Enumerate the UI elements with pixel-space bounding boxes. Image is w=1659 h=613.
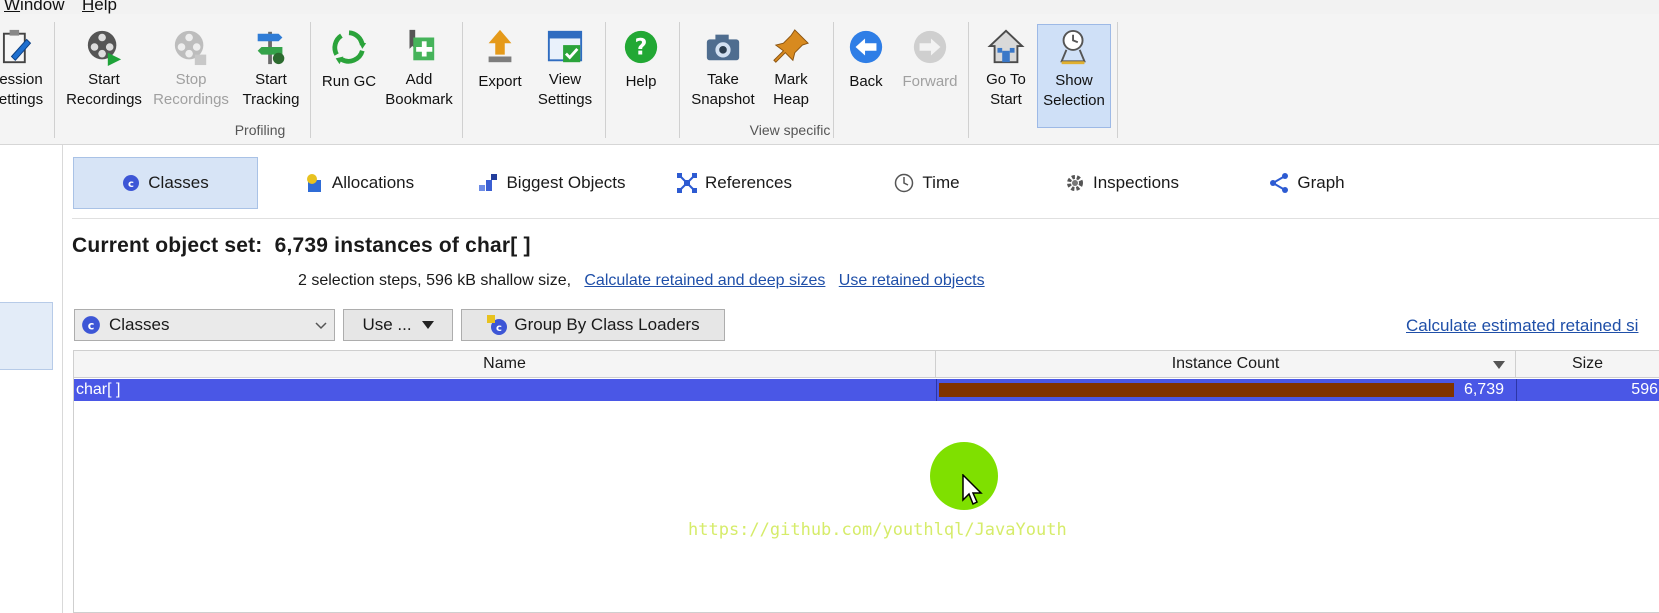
classes-table: Name Instance Count Size char[ ] 6,739 5… bbox=[73, 350, 1659, 613]
toolbar-separator bbox=[833, 22, 834, 138]
tab-inspections[interactable]: Inspections bbox=[1047, 157, 1197, 209]
menu-bar: Window Help bbox=[0, 0, 1659, 14]
gear-icon bbox=[1067, 175, 1083, 191]
toolbar-separator bbox=[462, 22, 463, 138]
cell-instance-count: 6,739 bbox=[936, 379, 1516, 401]
film-reel-play-icon bbox=[87, 30, 122, 66]
tab-classes[interactable]: c Classes bbox=[73, 157, 258, 209]
tab-allocations[interactable]: Allocations bbox=[294, 157, 424, 209]
table-row[interactable]: char[ ] 6,739 596 bbox=[74, 379, 1659, 401]
mouse-cursor-icon bbox=[962, 474, 983, 506]
bookmark-add-icon bbox=[409, 29, 435, 61]
session-settings-button[interactable]: ession ettings bbox=[0, 24, 46, 128]
calculate-estimated-retained-sizes-link[interactable]: Calculate estimated retained si bbox=[1406, 316, 1638, 336]
start-recordings-button[interactable]: Start Recordings bbox=[64, 24, 144, 128]
svg-text:?: ? bbox=[635, 36, 648, 61]
left-navigation-pane bbox=[0, 145, 63, 613]
toolbar: ession ettings Start Recordings Stop Rec… bbox=[0, 14, 1659, 145]
forward-arrow-icon bbox=[913, 30, 947, 64]
column-header-size[interactable]: Size bbox=[1516, 351, 1659, 378]
camera-icon bbox=[706, 34, 740, 61]
triangle-down-icon bbox=[421, 321, 434, 329]
class-icon: c bbox=[82, 316, 100, 334]
group-label-view-specific: View specific bbox=[749, 122, 831, 138]
current-object-set-title: Current object set: 6,739 instances of c… bbox=[72, 234, 531, 257]
show-selection-button[interactable]: Show Selection bbox=[1037, 24, 1111, 128]
group-by-class-loaders-button[interactable]: c Group By Class Loaders bbox=[461, 309, 725, 341]
forward-button[interactable]: Forward bbox=[897, 24, 963, 128]
sort-descending-icon bbox=[1493, 361, 1505, 369]
signpost-icon bbox=[257, 31, 285, 65]
stop-recordings-button[interactable]: Stop Recordings bbox=[151, 24, 231, 128]
help-icon: ? bbox=[624, 30, 658, 64]
clipboard-edit-icon bbox=[2, 29, 32, 64]
references-icon bbox=[677, 173, 698, 193]
home-icon bbox=[987, 29, 1025, 64]
graph-icon bbox=[1270, 173, 1289, 193]
chevron-down-icon bbox=[315, 322, 327, 330]
tab-biggest-objects[interactable]: Biggest Objects bbox=[467, 157, 637, 209]
calculate-retained-sizes-link[interactable]: Calculate retained and deep sizes bbox=[584, 272, 825, 289]
menu-help[interactable]: Help bbox=[82, 0, 117, 15]
toolbar-separator bbox=[1117, 22, 1118, 138]
tab-time[interactable]: Time bbox=[877, 157, 977, 209]
object-set-summary: 2 selection steps, 596 kB shallow size, … bbox=[298, 272, 985, 289]
view-settings-button[interactable]: View Settings bbox=[533, 24, 597, 128]
allocations-icon bbox=[306, 174, 321, 192]
toolbar-separator bbox=[679, 22, 680, 138]
film-reel-stop-icon bbox=[174, 30, 207, 66]
toolbar-separator bbox=[54, 22, 55, 138]
run-gc-button[interactable]: Run GC bbox=[318, 24, 380, 128]
group-label-profiling: Profiling bbox=[234, 122, 286, 138]
back-arrow-icon bbox=[849, 30, 883, 64]
export-arrow-icon bbox=[488, 29, 512, 63]
cell-class-name: char[ ] bbox=[76, 381, 121, 398]
back-button[interactable]: Back bbox=[840, 24, 892, 128]
toolbar-separator bbox=[968, 22, 969, 138]
pushpin-icon bbox=[773, 29, 809, 63]
cell-size: 596 bbox=[1516, 379, 1659, 401]
toolbar-separator bbox=[605, 22, 606, 138]
menu-window[interactable]: Window bbox=[4, 0, 64, 15]
class-icon: c bbox=[123, 175, 140, 191]
column-header-instance-count[interactable]: Instance Count bbox=[936, 351, 1516, 378]
tab-references[interactable]: References bbox=[672, 157, 797, 209]
use-retained-objects-link[interactable]: Use retained objects bbox=[839, 272, 985, 289]
class-loader-icon: c bbox=[487, 315, 508, 335]
mark-heap-button[interactable]: Mark Heap bbox=[760, 24, 822, 128]
view-tabs: c Classes Allocations Biggest Objects Re… bbox=[72, 157, 1659, 211]
window-check-icon bbox=[547, 30, 583, 63]
instance-count-bar bbox=[939, 383, 1454, 397]
column-header-name[interactable]: Name bbox=[74, 351, 936, 378]
tab-divider bbox=[72, 218, 1659, 219]
toolbar-separator bbox=[310, 22, 311, 138]
view-select-dropdown[interactable]: c Classes bbox=[74, 309, 335, 341]
start-tracking-button[interactable]: Start Tracking bbox=[237, 24, 305, 128]
biggest-objects-icon bbox=[479, 174, 498, 191]
left-nav-selected-item[interactable] bbox=[0, 302, 53, 370]
svg-text:c: c bbox=[88, 319, 95, 332]
watermark-text: https://github.com/youthlql/JavaYouth bbox=[688, 520, 1067, 540]
svg-text:c: c bbox=[128, 179, 134, 190]
selection-clock-icon bbox=[1060, 29, 1086, 65]
svg-text:c: c bbox=[496, 323, 502, 334]
tab-graph[interactable]: Graph bbox=[1257, 157, 1357, 209]
clock-icon bbox=[895, 173, 914, 193]
help-button[interactable]: ? Help bbox=[612, 24, 670, 128]
add-bookmark-button[interactable]: Add Bookmark bbox=[384, 24, 454, 128]
export-button[interactable]: Export bbox=[470, 24, 530, 128]
use-menu-button[interactable]: Use ... bbox=[343, 309, 453, 341]
recycle-icon bbox=[332, 30, 367, 65]
take-snapshot-button[interactable]: Take Snapshot bbox=[688, 24, 758, 128]
go-to-start-button[interactable]: Go To Start bbox=[976, 24, 1036, 128]
